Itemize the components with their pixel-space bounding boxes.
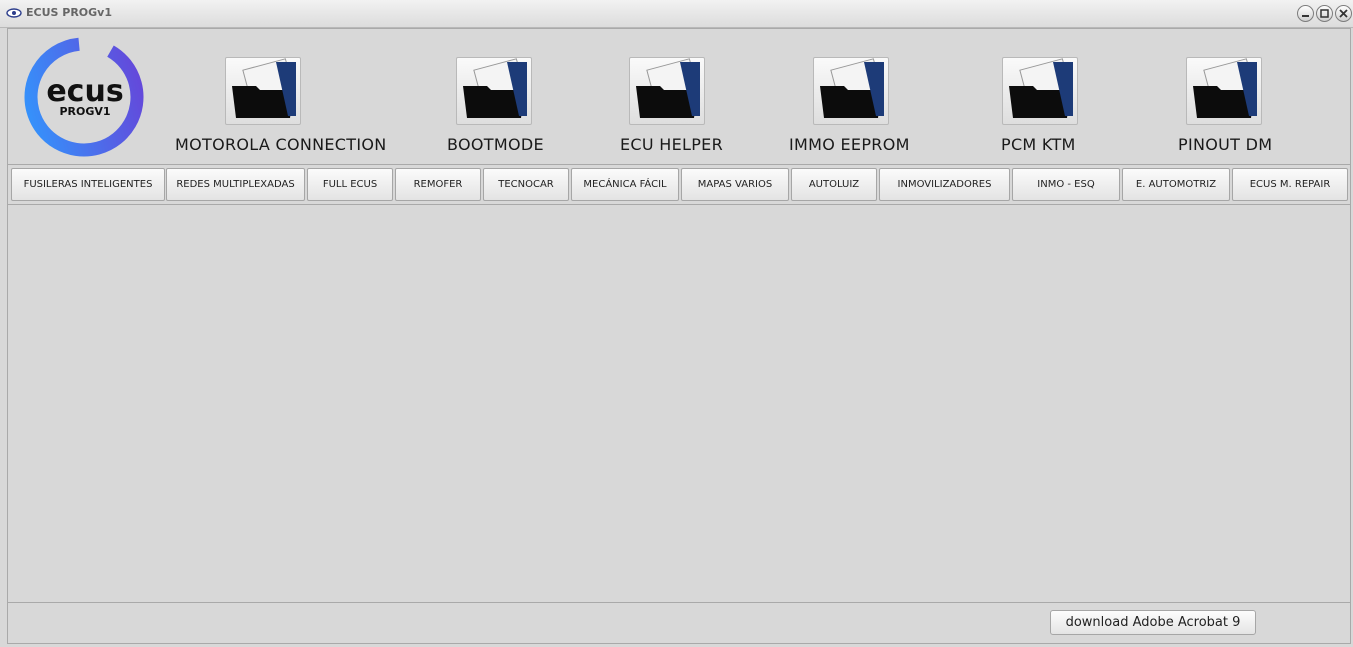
- tool-label: IMMO EEPROM: [789, 135, 910, 154]
- close-icon: [1339, 9, 1348, 18]
- minimize-button[interactable]: [1297, 5, 1314, 22]
- tool-label: PINOUT DM: [1178, 135, 1273, 154]
- minimize-icon: [1302, 15, 1309, 17]
- tab-ecus-m-repair[interactable]: ECUS M. REPAIR: [1232, 168, 1348, 201]
- tab-full-ecus[interactable]: FULL ECUS: [307, 168, 393, 201]
- tab-mecanica-facil[interactable]: MECÁNICA FÁCIL: [571, 168, 679, 201]
- tool-label: MOTOROLA CONNECTION: [175, 135, 387, 154]
- close-button[interactable]: [1335, 5, 1352, 22]
- separator: [8, 164, 1350, 165]
- tab-autoluiz[interactable]: AUTOLUIZ: [791, 168, 877, 201]
- tool-label: BOOTMODE: [447, 135, 544, 154]
- folder-document-icon: [1186, 57, 1262, 125]
- title-bar[interactable]: ECUS PROGv1: [0, 0, 1353, 28]
- folder-document-icon: [1002, 57, 1078, 125]
- ecus-progv1-logo: ecus PROGV1: [24, 37, 144, 157]
- tab-remofer[interactable]: REMOFER: [395, 168, 481, 201]
- download-acrobat-button[interactable]: download Adobe Acrobat 9: [1050, 610, 1256, 635]
- tab-e-automotriz[interactable]: E. AUTOMOTRIZ: [1122, 168, 1230, 201]
- maximize-icon: [1320, 9, 1329, 18]
- separator: [8, 602, 1350, 603]
- tab-redes-multiplexadas[interactable]: REDES MULTIPLEXADAS: [166, 168, 305, 201]
- logo-sub: PROGV1: [59, 105, 110, 118]
- tool-label: PCM KTM: [1001, 135, 1076, 154]
- folder-document-icon: [813, 57, 889, 125]
- tab-inmovilizadores[interactable]: INMOVILIZADORES: [879, 168, 1010, 201]
- folder-document-icon: [629, 57, 705, 125]
- tab-inmo-esq[interactable]: INMO - ESQ: [1012, 168, 1120, 201]
- app-eye-icon: [6, 8, 22, 18]
- category-button-row: FUSILERAS INTELIGENTES REDES MULTIPLEXAD…: [8, 166, 1350, 204]
- tab-fusileras-inteligentes[interactable]: FUSILERAS INTELIGENTES: [11, 168, 165, 201]
- tab-mapas-varios[interactable]: MAPAS VARIOS: [681, 168, 789, 201]
- tab-tecnocar[interactable]: TECNOCAR: [483, 168, 569, 201]
- content-panel: [8, 205, 1350, 602]
- folder-document-icon: [225, 57, 301, 125]
- window-title: ECUS PROGv1: [26, 6, 113, 19]
- maximize-button[interactable]: [1316, 5, 1333, 22]
- folder-document-icon: [456, 57, 532, 125]
- tool-label: ECU HELPER: [620, 135, 724, 154]
- logo-brand: ecus: [46, 74, 123, 109]
